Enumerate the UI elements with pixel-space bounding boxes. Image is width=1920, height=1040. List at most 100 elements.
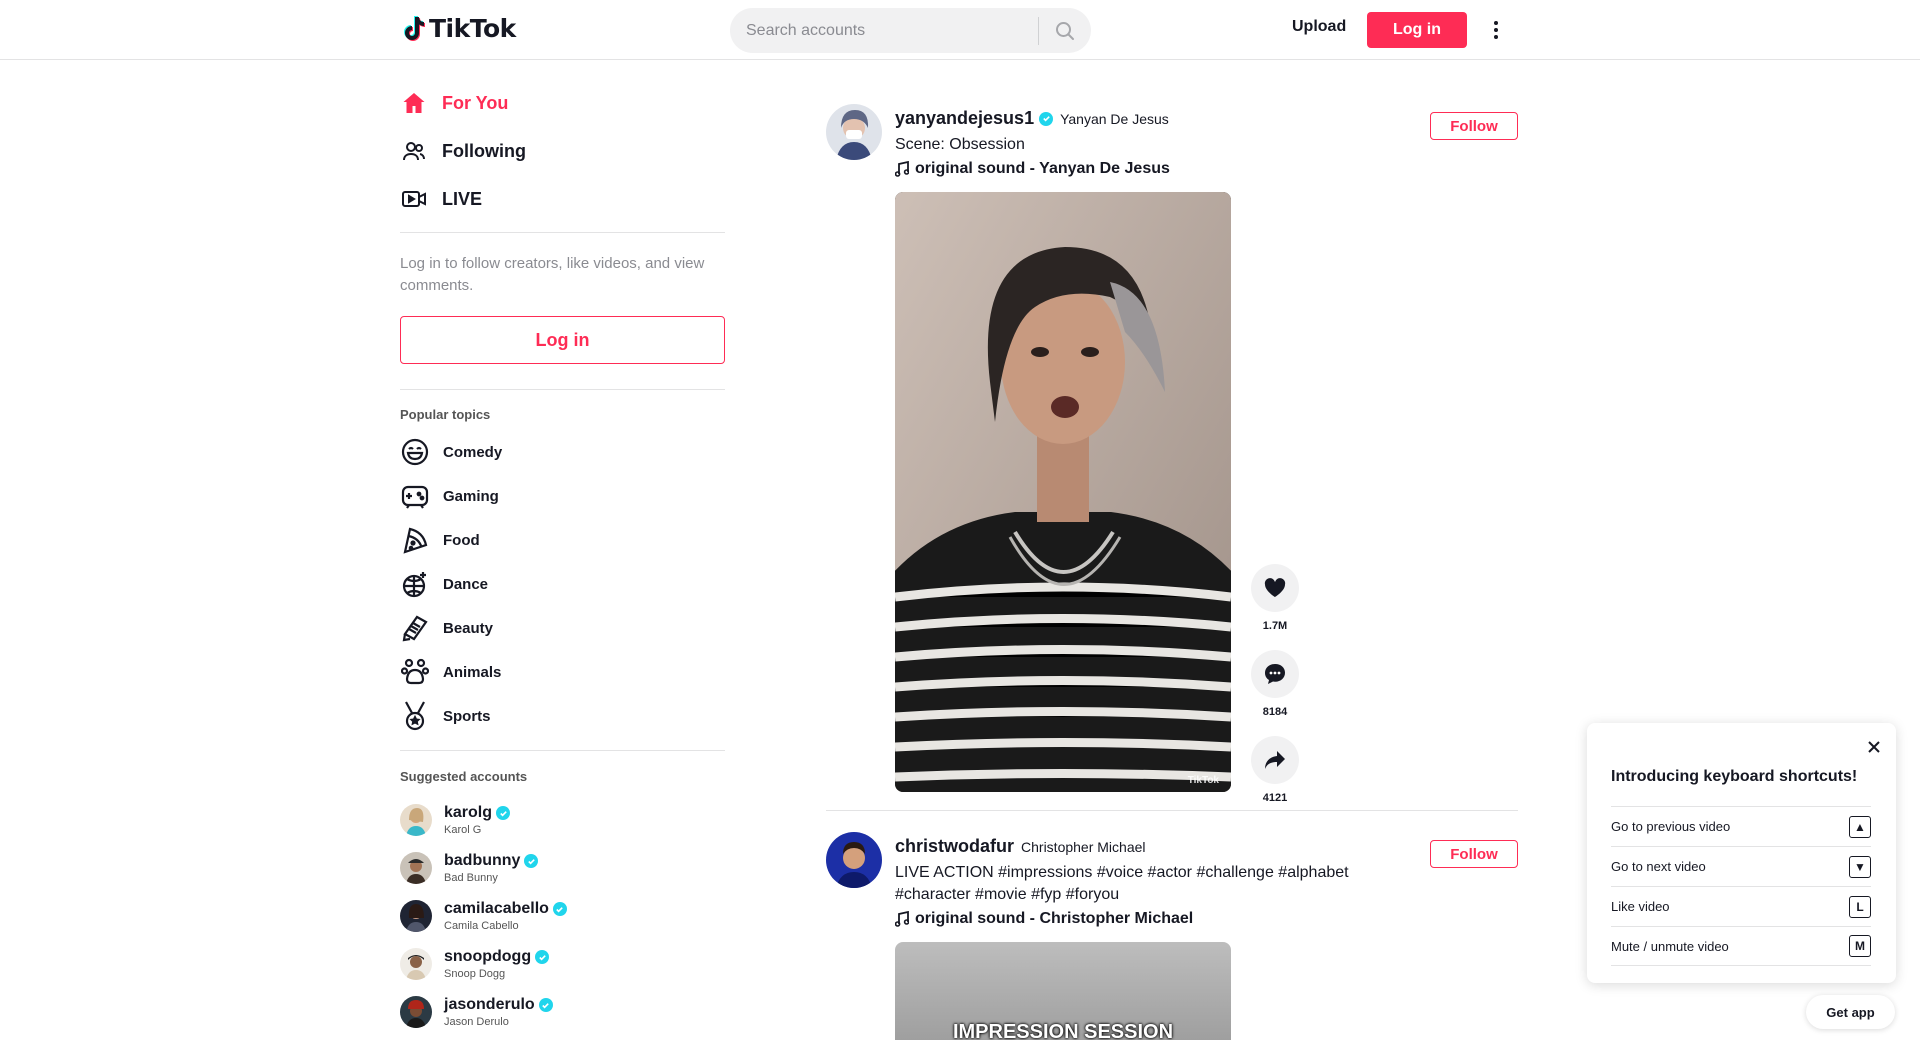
- account-username-row: karolg: [444, 804, 511, 822]
- post-username[interactable]: yanyandejesus1: [895, 108, 1034, 129]
- post-username[interactable]: christwodafur: [895, 836, 1014, 857]
- m-key-icon: M: [1849, 935, 1871, 957]
- nav-label: LIVE: [442, 188, 483, 209]
- topic-animals[interactable]: Animals: [400, 654, 501, 690]
- shortcut-row: Like video L: [1611, 886, 1871, 926]
- heart-icon: [1264, 578, 1286, 597]
- disco-ball-icon: [400, 569, 430, 599]
- post-avatar[interactable]: [826, 832, 882, 888]
- top-header: TikTok Upload Log in: [0, 0, 1920, 60]
- video-player[interactable]: IMPRESSION SESSION: [895, 942, 1231, 1040]
- shortcut-label: Mute / unmute video: [1611, 938, 1729, 954]
- shortcut-row: Mute / unmute video M: [1611, 926, 1871, 966]
- topic-comedy[interactable]: Comedy: [400, 434, 502, 470]
- account-username: karolg: [444, 804, 493, 821]
- post-nickname[interactable]: Yanyan De Jesus: [1060, 111, 1169, 127]
- suggested-account[interactable]: badbunny Bad Bunny: [400, 846, 539, 890]
- logo-text: TikTok: [429, 14, 516, 43]
- account-names: jasonderulo Jason Derulo: [444, 996, 553, 1028]
- topic-label: Beauty: [443, 619, 494, 637]
- video-frame: [895, 192, 1231, 792]
- account-username-row: snoopdogg: [444, 948, 550, 966]
- account-names: snoopdogg Snoop Dogg: [444, 948, 550, 980]
- post-actions: 1.7M 8184 4121: [1251, 564, 1299, 822]
- like-count: 1.7M: [1262, 620, 1288, 632]
- get-app-button[interactable]: Get app: [1806, 995, 1895, 1029]
- l-key-icon: L: [1849, 895, 1871, 918]
- topic-sports[interactable]: Sports: [400, 698, 491, 734]
- shortcut-label: Go to next video: [1611, 859, 1706, 874]
- post-music[interactable]: original sound - Christopher Michael: [895, 910, 1193, 928]
- more-dot: [1494, 28, 1498, 32]
- post-avatar[interactable]: [826, 104, 882, 160]
- upload-link[interactable]: Upload: [1292, 18, 1346, 36]
- verified-badge-icon: [1039, 111, 1054, 126]
- live-camera-icon: [400, 185, 428, 213]
- topic-label: Comedy: [443, 443, 503, 461]
- topic-gaming[interactable]: Gaming: [400, 478, 499, 514]
- topic-label: Sports: [443, 707, 491, 725]
- nav-label: For You: [442, 92, 509, 113]
- topic-food[interactable]: Food: [400, 522, 480, 558]
- tiktok-logo[interactable]: TikTok: [403, 14, 516, 43]
- account-nickname: Camila Cabello: [444, 920, 519, 932]
- account-nickname: Snoop Dogg: [444, 968, 506, 980]
- suggested-account[interactable]: karolg Karol G: [400, 798, 511, 842]
- post-caption: LIVE ACTION #impressions #voice #actor #…: [895, 864, 1349, 903]
- topic-label: Dance: [443, 575, 489, 593]
- sidebar-login-button[interactable]: Log in: [400, 316, 725, 364]
- account-names: karolg Karol G: [444, 804, 511, 836]
- account-username: camilacabello: [444, 900, 549, 917]
- like-button[interactable]: [1251, 564, 1299, 612]
- shortcut-label: Like video: [1611, 899, 1670, 914]
- shortcut-label: Go to previous video: [1611, 819, 1731, 834]
- verified-badge-icon: [524, 854, 539, 868]
- avatar: [400, 996, 432, 1028]
- search-input[interactable]: [730, 8, 1038, 53]
- avatar: [400, 948, 432, 980]
- music-title: original sound - Yanyan De Jesus: [915, 160, 1170, 177]
- topic-beauty[interactable]: Beauty: [400, 610, 493, 646]
- topic-label: Animals: [443, 663, 502, 681]
- suggested-account[interactable]: jasonderulo Jason Derulo: [400, 990, 553, 1034]
- follow-button[interactable]: Follow: [1430, 112, 1518, 140]
- shortcut-row: Go to next video ▼: [1611, 846, 1871, 886]
- arrow-down-key-icon: ▼: [1849, 855, 1871, 878]
- account-names: camilacabello Camila Cabello: [444, 900, 567, 932]
- comment-button[interactable]: [1251, 650, 1299, 698]
- account-username: badbunny: [444, 852, 521, 869]
- account-username: snoopdogg: [444, 948, 532, 965]
- verified-badge-icon: [552, 902, 567, 916]
- close-icon: [1868, 741, 1880, 753]
- suggested-account[interactable]: snoopdogg Snoop Dogg: [400, 942, 550, 986]
- search-bar: [730, 8, 1091, 53]
- account-username-row: badbunny: [444, 852, 539, 870]
- comment-icon: [1265, 664, 1285, 684]
- music-note-icon: [895, 911, 909, 927]
- nav-for-you[interactable]: For You: [400, 83, 508, 123]
- feed-post: yanyandejesus1 Yanyan De Jesus Scene: Ob…: [826, 104, 1518, 804]
- keyboard-shortcuts-panel: Introducing keyboard shortcuts! Go to pr…: [1587, 723, 1896, 983]
- arrow-up-key-icon: ▲: [1849, 815, 1871, 838]
- video-watermark: TikTok: [1187, 775, 1219, 786]
- tiktok-logo-icon: [404, 15, 425, 41]
- more-dot: [1494, 35, 1498, 39]
- more-menu-button[interactable]: [1485, 16, 1507, 44]
- close-shortcuts-button[interactable]: [1864, 737, 1884, 757]
- post-music[interactable]: original sound - Yanyan De Jesus: [895, 160, 1170, 178]
- account-username-row: jasonderulo: [444, 996, 553, 1014]
- topic-dance[interactable]: Dance: [400, 566, 488, 602]
- shortcut-row: Go to previous video ▲: [1611, 806, 1871, 846]
- suggested-account[interactable]: camilacabello Camila Cabello: [400, 894, 567, 938]
- users-icon: [400, 137, 428, 165]
- follow-button[interactable]: Follow: [1430, 840, 1518, 868]
- nav-live[interactable]: LIVE: [400, 179, 482, 219]
- video-player[interactable]: TikTok: [895, 192, 1231, 792]
- header-login-button[interactable]: Log in: [1367, 12, 1467, 48]
- nav-following[interactable]: Following: [400, 131, 526, 171]
- share-button[interactable]: [1251, 736, 1299, 784]
- post-nickname[interactable]: Christopher Michael: [1021, 839, 1146, 855]
- search-button[interactable]: [1039, 8, 1091, 53]
- post-user-row: christwodafur Christopher Michael: [895, 836, 1146, 857]
- shortcuts-title: Introducing keyboard shortcuts!: [1611, 768, 1858, 785]
